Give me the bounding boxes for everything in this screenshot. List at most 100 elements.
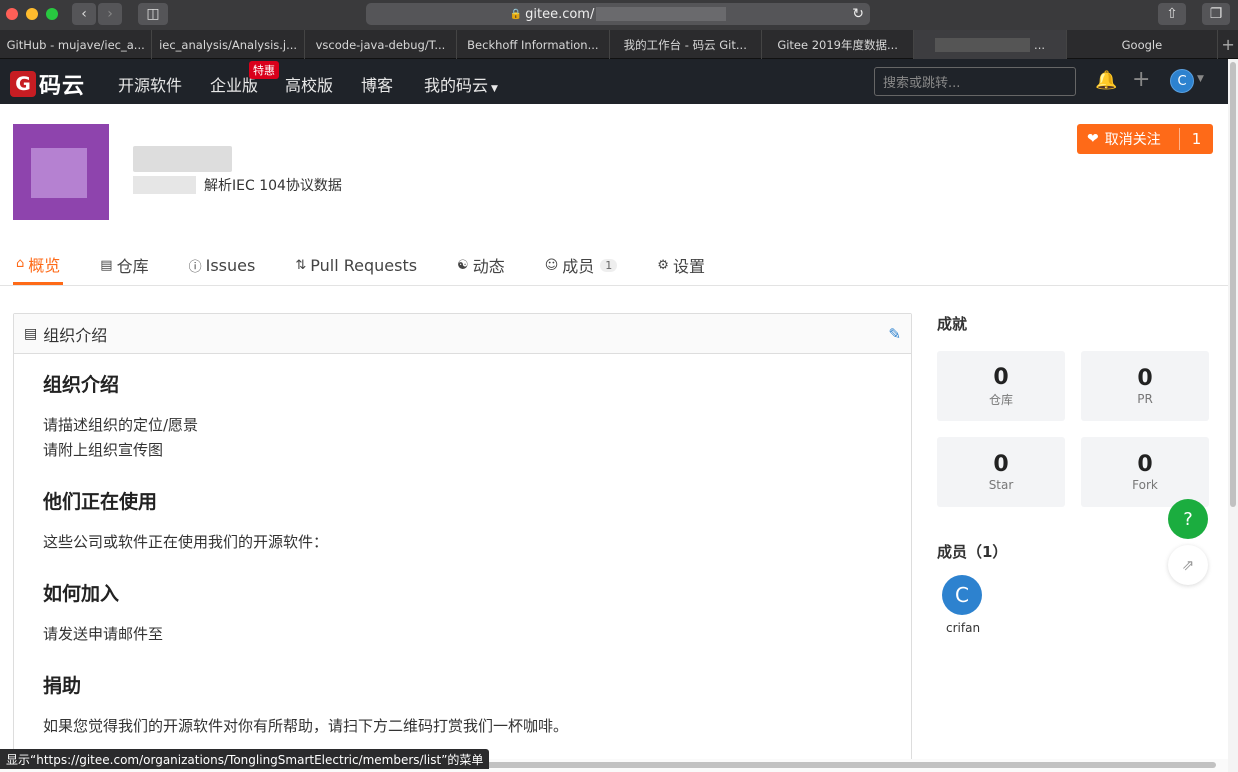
reload-icon[interactable]: ↻ xyxy=(852,6,864,22)
tab-settings[interactable]: ⚙ 设置 xyxy=(654,245,708,285)
org-description: 解析IEC 104协议数据 xyxy=(204,178,342,194)
zoom-window-button[interactable] xyxy=(46,8,58,20)
tab-label: Gitee 2019年度数据... xyxy=(777,37,898,52)
logo-icon: G xyxy=(10,71,36,97)
status-bar: 显示“https://gitee.com/organizations/Tongl… xyxy=(0,749,490,769)
tab-members-label: 成员 xyxy=(562,257,595,276)
panel-title: 组织介绍 xyxy=(43,325,108,345)
members-count-badge: 1 xyxy=(600,258,618,272)
pr-icon: ⇅ xyxy=(295,257,307,273)
chevron-down-icon[interactable]: ▼ xyxy=(1197,74,1204,84)
nav-link-label: 我的码云 xyxy=(424,76,489,95)
tab-label: Google xyxy=(1121,37,1163,52)
tab-label: vscode-java-debug/T... xyxy=(315,37,446,52)
vertical-scroll-thumb[interactable] xyxy=(1230,62,1236,507)
edit-icon[interactable]: ✎ xyxy=(888,325,901,343)
tab-label: Beckhoff Information... xyxy=(467,37,599,52)
forward-button[interactable]: › xyxy=(98,3,122,25)
nav-link-blog[interactable]: 博客 xyxy=(361,72,393,96)
repo-icon: ▤ xyxy=(100,257,113,273)
logo-text: 码云 xyxy=(39,74,86,99)
browser-titlebar: ‹ › ◫ 🔒 gitee.com/ ↻ ⇧ ❐ xyxy=(0,0,1238,30)
section-heading: 组织介绍 xyxy=(43,374,120,396)
browser-tab[interactable]: vscode-java-debug/T... xyxy=(305,30,458,59)
stat-value: 0 xyxy=(993,364,1009,390)
org-path-redacted xyxy=(133,176,196,194)
tab-overview-label: 概览 xyxy=(28,255,61,275)
site-header: G 码云 开源软件 企业版 特惠 高校版 博客 我的码云 ▼ 搜索或跳转... 🔔… xyxy=(0,59,1228,104)
member-avatar[interactable]: C xyxy=(942,575,982,615)
search-input[interactable]: 搜索或跳转... xyxy=(874,67,1076,96)
heart-icon: ❤ xyxy=(1087,131,1099,147)
stat-fork[interactable]: 0 Fork xyxy=(1081,437,1209,507)
section-text: 请附上组织宣传图 xyxy=(43,441,164,459)
feedback-icon[interactable]: ⇗ xyxy=(1168,545,1208,585)
stat-label: Star xyxy=(988,478,1014,492)
tab-label: GitHub - mujave/iec_a... xyxy=(6,37,145,52)
tab-members[interactable]: ☺ 成员 1 xyxy=(542,245,621,285)
nav-link-opensource[interactable]: 开源软件 xyxy=(118,72,182,96)
bell-icon[interactable]: 🔔 xyxy=(1095,70,1117,91)
nav-link-education[interactable]: 高校版 xyxy=(285,72,333,96)
achievements-grid: 0 仓库 0 PR 0 Star 0 Fork xyxy=(937,351,1210,507)
new-tab-button[interactable]: + xyxy=(1218,30,1238,58)
unfollow-label: 取消关注 xyxy=(1104,132,1161,148)
tab-issues[interactable]: ⓘ Issues xyxy=(186,245,259,285)
stat-value: 0 xyxy=(993,452,1009,477)
nav-link-my-gitee[interactable]: 我的码云 ▼ xyxy=(424,72,498,96)
help-button[interactable]: ? xyxy=(1168,499,1208,539)
browser-tab[interactable]: 我的工作台 - 码云 Git... xyxy=(610,30,762,59)
sidebar-toggle-icon[interactable]: ◫ xyxy=(138,3,168,25)
org-name-redacted xyxy=(133,146,232,172)
tab-repos[interactable]: ▤ 仓库 xyxy=(97,245,151,285)
tab-overview-icon[interactable]: ❐ xyxy=(1202,3,1230,25)
close-window-button[interactable] xyxy=(6,8,18,20)
tab-activity[interactable]: ☯ 动态 xyxy=(454,245,508,285)
section-heading: 他们正在使用 xyxy=(43,491,158,513)
tab-settings-label: 设置 xyxy=(672,257,705,276)
member-name[interactable]: crifan xyxy=(946,621,980,635)
browser-tab[interactable]: Google xyxy=(1067,30,1219,59)
tab-pull-requests[interactable]: ⇅ Pull Requests xyxy=(292,245,420,285)
browser-tab[interactable]: Beckhoff Information... xyxy=(457,30,610,59)
readme-body: 组织介绍 请描述组织的定位/愿景 请附上组织宣传图 他们正在使用 这些公司或软件… xyxy=(14,354,911,753)
tab-activity-label: 动态 xyxy=(472,257,505,276)
stat-pr[interactable]: 0 PR xyxy=(1081,351,1209,421)
browser-tab[interactable]: GitHub - mujave/iec_a... xyxy=(0,30,153,59)
stat-value: 0 xyxy=(1137,366,1153,391)
org-intro-panel: ▤ 组织介绍 ✎ 组织介绍 请描述组织的定位/愿景 请附上组织宣传图 他们正在使… xyxy=(13,313,912,772)
section-heading: 如何加入 xyxy=(43,583,120,605)
activity-icon: ☯ xyxy=(457,257,469,273)
tab-repos-label: 仓库 xyxy=(116,257,149,276)
settings-icon: ⚙ xyxy=(657,257,669,273)
stat-star[interactable]: 0 Star xyxy=(937,437,1065,507)
share-icon[interactable]: ⇧ xyxy=(1158,3,1186,25)
stat-value: 0 xyxy=(1137,452,1153,477)
browser-tab-bar: GitHub - mujave/iec_a... iec_analysis/An… xyxy=(0,30,1238,59)
panel-header: ▤ 组织介绍 ✎ xyxy=(14,314,911,354)
follow-count[interactable]: 1 xyxy=(1180,130,1213,148)
stat-label: Fork xyxy=(1132,478,1158,492)
horizontal-scroll-thumb[interactable] xyxy=(466,762,1216,768)
back-button[interactable]: ‹ xyxy=(72,3,96,25)
browser-tab-active[interactable]: ... xyxy=(914,30,1067,59)
user-avatar[interactable]: C xyxy=(1170,69,1194,93)
unfollow-button[interactable]: ❤ 取消关注 1 xyxy=(1077,124,1213,154)
tab-title-redacted xyxy=(935,37,1031,52)
minimize-window-button[interactable] xyxy=(26,8,38,20)
org-avatar xyxy=(13,124,109,220)
promo-badge: 特惠 xyxy=(249,61,279,79)
members-icon: ☺ xyxy=(544,257,559,273)
stat-repos[interactable]: 0 仓库 xyxy=(937,351,1065,421)
site-logo[interactable]: G 码云 xyxy=(10,68,85,100)
address-bar[interactable]: 🔒 gitee.com/ ↻ xyxy=(366,3,870,25)
url-redacted xyxy=(596,7,727,21)
home-icon: ⌂ xyxy=(16,256,25,271)
section-text: 请描述组织的定位/愿景 xyxy=(43,416,199,434)
browser-tab[interactable]: Gitee 2019年度数据... xyxy=(762,30,915,59)
plus-icon[interactable]: + xyxy=(1132,67,1150,92)
divider xyxy=(0,285,1228,286)
tab-overview[interactable]: ⌂ 概览 xyxy=(13,245,64,285)
section-text: 请发送申请邮件至 xyxy=(43,625,164,643)
browser-tab[interactable]: iec_analysis/Analysis.j... xyxy=(152,30,305,59)
